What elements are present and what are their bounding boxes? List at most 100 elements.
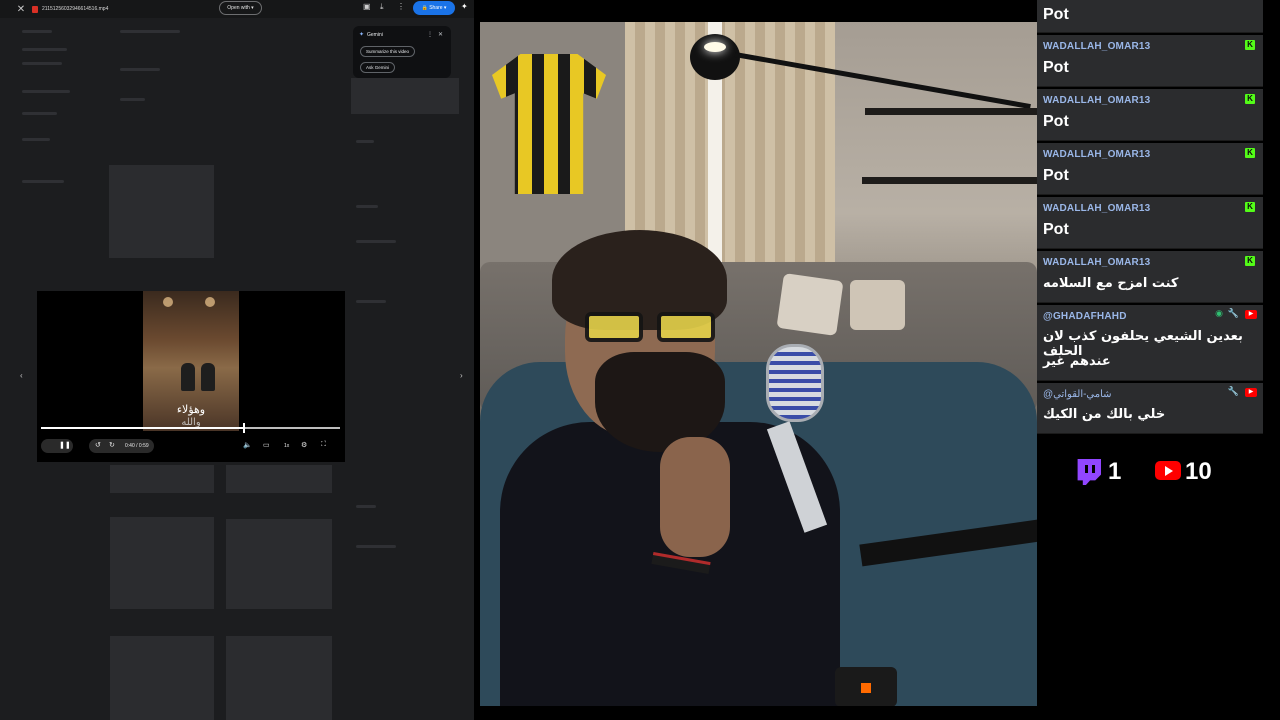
chat-message: WADALLAH_OMAR13 K Pot <box>1037 89 1263 141</box>
chat-message: Pot <box>1037 0 1263 33</box>
chat-message: WADALLAH_OMAR13 K كنت امزح مع السلامه <box>1037 251 1263 303</box>
lamp <box>205 297 215 307</box>
lamp <box>163 297 173 307</box>
youtube-viewer-count: 10 <box>1185 458 1212 485</box>
rewind-icon[interactable]: ↺ <box>95 441 101 449</box>
chat-username: WADALLAH_OMAR13 <box>1043 95 1151 106</box>
progress-knob[interactable] <box>243 423 246 433</box>
share-button[interactable]: 🔒 Share ▾ <box>413 1 455 15</box>
more-icon[interactable]: ⋮ <box>397 2 405 11</box>
ghost-thumbnail <box>109 165 214 258</box>
wrench-icon: 🔧 <box>1227 308 1239 318</box>
person-silhouette <box>181 363 195 391</box>
lens <box>585 312 643 342</box>
gemini-spark-icon: ✦ <box>359 32 365 38</box>
settings-icon[interactable]: ⚙ <box>301 441 307 449</box>
close-icon[interactable]: ✕ <box>12 4 30 15</box>
ghost-thumbnail <box>226 465 332 493</box>
fullscreen-icon[interactable]: ⛶ <box>321 441 326 449</box>
chat-message-text: Pot <box>1043 221 1069 238</box>
youtube-icon <box>1155 461 1181 480</box>
video-player[interactable]: وهؤلاء والله ❚❚ ↺ ↻ 0:40 / 0:59 🔈 ▭ 1x ⚙… <box>37 291 345 462</box>
wrench-icon: 🔧 <box>1227 386 1239 396</box>
twitch-icon <box>1077 459 1101 485</box>
open-with-button[interactable]: Open with ▾ <box>219 1 262 15</box>
youtube-icon: ▶ <box>1245 388 1257 397</box>
ghost-line <box>22 112 57 115</box>
ghost-line <box>356 300 386 303</box>
drive-viewer: ✕ 21151256032946614516.mp4 Open with ▾ ▣… <box>0 0 474 720</box>
ghost-thumbnail <box>226 636 332 720</box>
cushion <box>850 280 905 330</box>
person-silhouette <box>201 363 215 391</box>
captions-icon[interactable]: ▭ <box>263 441 270 449</box>
progress-fill <box>41 427 245 429</box>
webcam-feed <box>480 22 1037 706</box>
youtube-icon: ▶ <box>1245 310 1257 319</box>
kick-icon: K <box>1245 148 1255 158</box>
previous-arrow-icon[interactable]: ‹ <box>20 371 23 380</box>
chat-username: @شامي-القواتي <box>1043 389 1112 400</box>
kick-icon: K <box>1245 202 1255 212</box>
kick-icon: K <box>1245 40 1255 50</box>
gemini-spark-icon[interactable]: ✦ <box>461 2 468 11</box>
volume-icon[interactable]: 🔈 <box>243 441 252 449</box>
open-with-label: Open with <box>227 5 250 11</box>
ghost-thumbnail <box>110 636 214 720</box>
kick-icon: K <box>1245 94 1255 104</box>
forward-icon[interactable]: ↻ <box>109 441 115 449</box>
player-controls: ❚❚ ↺ ↻ 0:40 / 0:59 🔈 ▭ 1x ⚙ ⛶ <box>37 437 345 455</box>
phone <box>835 667 897 706</box>
floor-lamp <box>690 34 740 80</box>
ghost-line <box>120 68 160 71</box>
ghost-line <box>356 140 374 143</box>
share-label: Share <box>429 5 443 11</box>
sunglasses <box>585 312 720 344</box>
chat-message: WADALLAH_OMAR13 K Pot <box>1037 35 1263 87</box>
chat-message: @شامي-القواتي 🔧 ▶ خلي بالك من الكيك <box>1037 383 1263 434</box>
gemini-panel: ✦ Gemini ⋮ ✕ Summarize this video Ask Ge… <box>353 26 451 78</box>
chat-username: WADALLAH_OMAR13 <box>1043 41 1151 52</box>
chat-message: WADALLAH_OMAR13 K Pot <box>1037 143 1263 195</box>
chat-overlay: Pot WADALLAH_OMAR13 K Pot WADALLAH_OMAR1… <box>1037 0 1263 434</box>
chat-message-text: عندهم غير <box>1043 354 1111 369</box>
ghost-thumbnail <box>110 517 214 609</box>
chat-username: WADALLAH_OMAR13 <box>1043 203 1151 214</box>
drive-topbar: ✕ 21151256032946614516.mp4 Open with ▾ ▣… <box>0 0 474 18</box>
ghost-line <box>22 90 70 93</box>
member-badge-icon: ◉ <box>1215 308 1223 318</box>
microphone <box>766 344 824 422</box>
ghost-line <box>22 62 62 65</box>
chat-message-text: كنت امزح مع السلامه <box>1043 276 1179 291</box>
ghost-thumbnail <box>110 465 214 493</box>
summarize-video-button[interactable]: Summarize this video <box>360 46 416 57</box>
subtitle-line-1: وهؤلاء <box>176 403 206 416</box>
video-frame: وهؤلاء والله <box>143 291 239 431</box>
ghost-line <box>22 30 52 33</box>
kick-icon: K <box>1245 256 1255 266</box>
video-file-icon <box>32 5 38 13</box>
file-name: 21151256032946614516.mp4 <box>42 6 109 12</box>
add-comment-icon[interactable]: ▣ <box>363 2 371 11</box>
wall-shelf <box>865 108 1037 115</box>
time-display: 0:40 / 0:59 <box>125 443 149 449</box>
chat-username: WADALLAH_OMAR13 <box>1043 257 1151 268</box>
ghost-line <box>120 98 145 101</box>
ghost-line <box>356 240 396 243</box>
ghost-line <box>22 48 67 51</box>
chat-message-text: Pot <box>1043 167 1069 184</box>
chat-username: @GHADAFHAHD <box>1043 311 1127 322</box>
person-hand <box>660 437 730 557</box>
wall-shelf <box>862 177 1037 184</box>
close-icon[interactable]: ✕ <box>438 31 443 38</box>
lens <box>657 312 715 342</box>
progress-bar[interactable] <box>41 423 340 433</box>
chat-username: WADALLAH_OMAR13 <box>1043 149 1151 160</box>
ask-gemini-button[interactable]: Ask Gemini <box>360 62 396 73</box>
speed-button[interactable]: 1x <box>284 443 289 449</box>
ghost-line <box>22 180 64 183</box>
next-arrow-icon[interactable]: › <box>460 371 463 380</box>
more-icon[interactable]: ⋮ <box>427 31 433 38</box>
download-icon[interactable]: ⤓ <box>380 2 384 12</box>
pause-icon: ❚❚ <box>59 442 71 449</box>
